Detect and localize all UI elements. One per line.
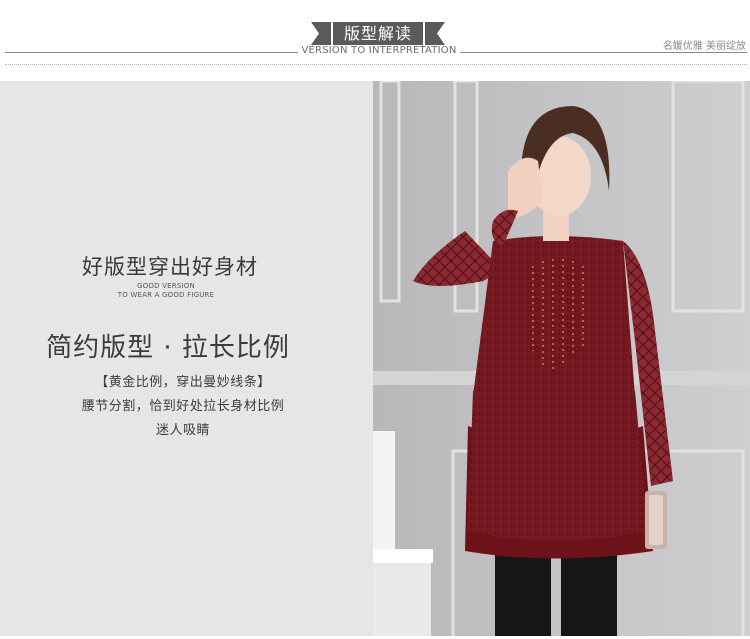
- body-line-2: 腰节分割，恰到好处拉长身材比例: [81, 399, 285, 414]
- english-caption-line-1: GOOD VERSION: [137, 282, 195, 290]
- headline: 好版型穿出好身材: [82, 255, 258, 279]
- top-bodice: [473, 236, 635, 404]
- header-section: 版型解读 VERSION TO INTERPRETATION 名媛优雅 美丽绽放: [0, 0, 750, 80]
- header-rule-left: [5, 52, 298, 53]
- body-line-3: 迷人吸睛: [155, 423, 210, 438]
- model-photo-illustration: [373, 81, 750, 636]
- sub-headline: 简约版型 · 拉长比例: [46, 333, 290, 363]
- model-photo: [373, 81, 750, 636]
- dotted-divider: [5, 64, 747, 65]
- page-subtitle: VERSION TO INTERPRETATION: [301, 45, 457, 56]
- top-peplum: [468, 391, 648, 541]
- body-line-1: 【黄金比例，穿出曼妙线条】: [95, 375, 271, 390]
- header-rule-right: [460, 52, 747, 53]
- page-title: 版型解读: [343, 24, 412, 43]
- clutch-bag-icon: [645, 491, 667, 549]
- english-caption-line-2: TO WEAR A GOOD FIGURE: [117, 291, 215, 299]
- title-banner: 版型解读: [311, 22, 445, 45]
- description-panel: 好版型穿出好身材 GOOD VERSION TO WEAR A GOOD FIG…: [0, 81, 373, 636]
- brand-tagline: 名媛优雅 美丽绽放: [662, 41, 746, 52]
